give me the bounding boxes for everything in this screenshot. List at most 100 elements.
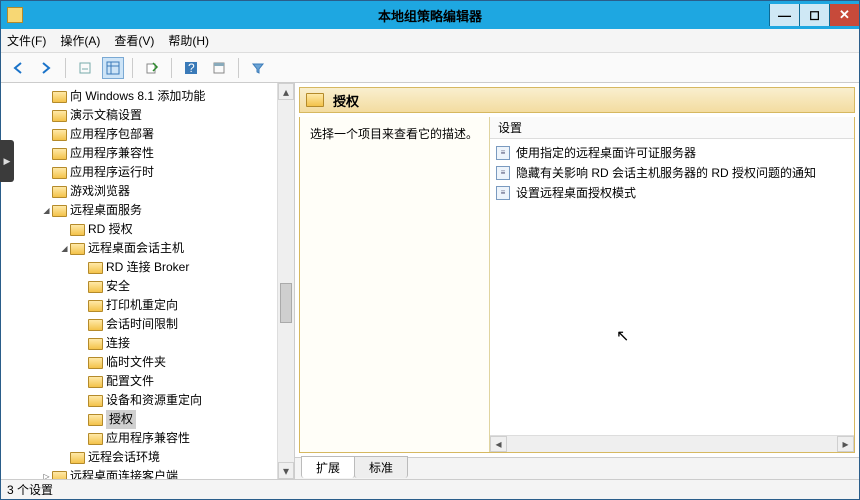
filter-button[interactable] bbox=[247, 57, 269, 79]
policy-icon: ≡ bbox=[496, 166, 510, 180]
folder-icon bbox=[52, 205, 67, 217]
list-hscrollbar[interactable]: ◂ ▸ bbox=[490, 435, 854, 452]
scroll-up-icon[interactable]: ▴ bbox=[278, 83, 294, 100]
folder-icon bbox=[52, 186, 67, 198]
setting-item[interactable]: ≡使用指定的远程桌面许可证服务器 bbox=[496, 143, 848, 163]
folder-icon bbox=[88, 338, 103, 350]
folder-icon bbox=[88, 414, 103, 426]
tree-item-label: 演示文稿设置 bbox=[70, 106, 142, 125]
menu-file[interactable]: 文件(F) bbox=[7, 32, 46, 49]
expander-icon[interactable] bbox=[41, 471, 52, 479]
tree-item[interactable]: 演示文稿设置 bbox=[5, 106, 277, 125]
folder-icon bbox=[70, 452, 85, 464]
tree-item-label: 远程桌面会话主机 bbox=[88, 239, 184, 258]
tree-item[interactable]: 远程会话环境 bbox=[5, 448, 277, 467]
folder-icon bbox=[70, 243, 85, 255]
tree-item[interactable]: 会话时间限制 bbox=[5, 315, 277, 334]
tree-item[interactable]: RD 连接 Broker bbox=[5, 258, 277, 277]
details-button[interactable] bbox=[102, 57, 124, 79]
side-panel-handle[interactable] bbox=[0, 140, 14, 182]
tree-item-label: 临时文件夹 bbox=[106, 353, 166, 372]
help-button[interactable]: ? bbox=[180, 57, 202, 79]
properties-button[interactable] bbox=[208, 57, 230, 79]
setting-label: 设置远程桌面授权模式 bbox=[516, 183, 636, 203]
tree-item[interactable]: 应用程序兼容性 bbox=[5, 429, 277, 448]
separator bbox=[65, 58, 66, 78]
folder-icon bbox=[52, 471, 67, 480]
setting-item[interactable]: ≡设置远程桌面授权模式 bbox=[496, 183, 848, 203]
tree-item-label: 安全 bbox=[106, 277, 130, 296]
tab-standard[interactable]: 标准 bbox=[354, 456, 408, 478]
tree-item[interactable]: 游戏浏览器 bbox=[5, 182, 277, 201]
scroll-right-icon[interactable]: ▸ bbox=[837, 436, 854, 452]
forward-button[interactable] bbox=[35, 57, 57, 79]
expander-icon[interactable] bbox=[59, 243, 70, 254]
tree-item[interactable]: 设备和资源重定向 bbox=[5, 391, 277, 410]
tree-item-label: 设备和资源重定向 bbox=[106, 391, 202, 410]
folder-icon bbox=[88, 357, 103, 369]
separator bbox=[238, 58, 239, 78]
tree-item[interactable]: 远程桌面会话主机 bbox=[5, 239, 277, 258]
tree[interactable]: 向 Windows 8.1 添加功能演示文稿设置应用程序包部署应用程序兼容性应用… bbox=[5, 87, 277, 479]
scroll-thumb[interactable] bbox=[280, 283, 292, 323]
tree-item[interactable]: RD 授权 bbox=[5, 220, 277, 239]
tree-item-label: 打印机重定向 bbox=[106, 296, 178, 315]
back-button[interactable] bbox=[7, 57, 29, 79]
tree-item-label: 应用程序包部署 bbox=[70, 125, 154, 144]
tree-item-label: 应用程序兼容性 bbox=[106, 429, 190, 448]
tree-item[interactable]: 打印机重定向 bbox=[5, 296, 277, 315]
tree-item[interactable]: 授权 bbox=[5, 410, 277, 429]
scroll-track[interactable] bbox=[507, 436, 837, 452]
description-column: 选择一个项目来查看它的描述。 bbox=[300, 117, 490, 452]
setting-item[interactable]: ≡隐藏有关影响 RD 会话主机服务器的 RD 授权问题的通知 bbox=[496, 163, 848, 183]
settings-list[interactable]: ≡使用指定的远程桌面许可证服务器≡隐藏有关影响 RD 会话主机服务器的 RD 授… bbox=[490, 139, 854, 435]
tree-item[interactable]: 连接 bbox=[5, 334, 277, 353]
tree-item[interactable]: 应用程序运行时 bbox=[5, 163, 277, 182]
folder-icon bbox=[52, 91, 67, 103]
folder-icon bbox=[52, 110, 67, 122]
column-header-setting[interactable]: 设置 bbox=[490, 117, 854, 139]
expander-icon[interactable] bbox=[41, 205, 52, 216]
folder-icon bbox=[306, 93, 324, 107]
tree-item-label: 远程桌面服务 bbox=[70, 201, 142, 220]
maximize-button[interactable]: ◻ bbox=[799, 4, 829, 26]
menu-help[interactable]: 帮助(H) bbox=[168, 32, 209, 49]
status-text: 3 个设置 bbox=[7, 481, 53, 498]
toolbar: ? bbox=[1, 53, 859, 83]
separator bbox=[171, 58, 172, 78]
tree-pane: 向 Windows 8.1 添加功能演示文稿设置应用程序包部署应用程序兼容性应用… bbox=[1, 83, 295, 479]
svg-text:?: ? bbox=[188, 61, 195, 75]
tree-item-label: 远程会话环境 bbox=[88, 448, 160, 467]
tree-item[interactable]: 临时文件夹 bbox=[5, 353, 277, 372]
minimize-button[interactable]: — bbox=[769, 4, 799, 26]
description-text: 选择一个项目来查看它的描述。 bbox=[310, 125, 479, 142]
scroll-down-icon[interactable]: ▾ bbox=[278, 462, 294, 479]
tree-scrollbar[interactable]: ▴ ▾ bbox=[277, 83, 294, 479]
tree-item-label: RD 授权 bbox=[88, 220, 133, 239]
folder-icon bbox=[88, 300, 103, 312]
menu-view[interactable]: 查看(V) bbox=[114, 32, 154, 49]
export-button[interactable] bbox=[141, 57, 163, 79]
folder-icon bbox=[70, 224, 85, 236]
folder-icon bbox=[52, 129, 67, 141]
tree-item[interactable]: 应用程序包部署 bbox=[5, 125, 277, 144]
up-button[interactable] bbox=[74, 57, 96, 79]
tree-item[interactable]: 远程桌面服务 bbox=[5, 201, 277, 220]
close-button[interactable]: ✕ bbox=[829, 4, 859, 26]
menu-action[interactable]: 操作(A) bbox=[60, 32, 100, 49]
folder-icon bbox=[88, 262, 103, 274]
detail-pane: 授权 选择一个项目来查看它的描述。 设置 ≡使用指定的远程桌面许可证服务器≡隐藏… bbox=[295, 83, 859, 479]
app-icon bbox=[7, 7, 23, 23]
scroll-left-icon[interactable]: ◂ bbox=[490, 436, 507, 452]
tree-item[interactable]: 远程桌面连接客户端 bbox=[5, 467, 277, 479]
tree-item[interactable]: 应用程序兼容性 bbox=[5, 144, 277, 163]
folder-icon bbox=[88, 281, 103, 293]
tree-item[interactable]: 配置文件 bbox=[5, 372, 277, 391]
folder-icon bbox=[88, 319, 103, 331]
tree-item[interactable]: 安全 bbox=[5, 277, 277, 296]
policy-icon: ≡ bbox=[496, 146, 510, 160]
tree-item-label: 游戏浏览器 bbox=[70, 182, 130, 201]
tab-extended[interactable]: 扩展 bbox=[301, 456, 355, 478]
tree-item[interactable]: 向 Windows 8.1 添加功能 bbox=[5, 87, 277, 106]
detail-header: 授权 bbox=[299, 87, 855, 113]
